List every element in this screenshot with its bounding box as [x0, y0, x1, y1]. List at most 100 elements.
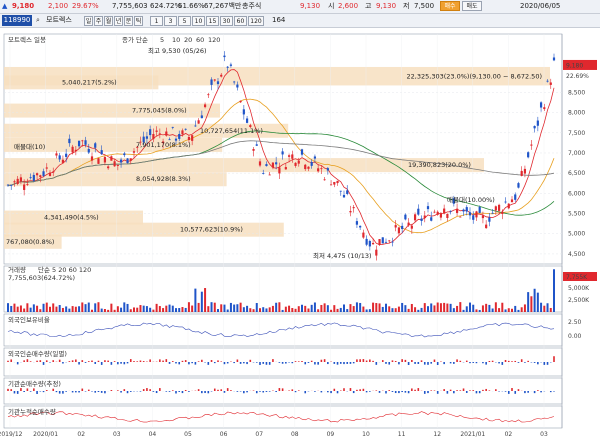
candle — [439, 213, 443, 218]
ma-legend-period: 5 — [160, 36, 164, 44]
candle — [16, 178, 19, 184]
sub-panel-bar — [78, 362, 80, 365]
candle — [313, 156, 317, 159]
volume-bar — [410, 303, 413, 312]
volume-bar — [469, 302, 471, 312]
sub-panel-bar — [243, 391, 245, 394]
sub-panel-bar — [459, 390, 462, 391]
sub-panel-bar — [255, 391, 258, 394]
candle — [552, 57, 556, 61]
interval-120-button[interactable]: 120 — [248, 16, 264, 26]
sub-panel-bar — [482, 362, 484, 364]
volume-bar — [443, 302, 446, 312]
volume-bar — [523, 304, 526, 312]
volume-bar — [481, 305, 484, 312]
candle — [68, 138, 71, 144]
sell-button[interactable]: 매도 — [462, 1, 482, 11]
volume-bar — [239, 302, 242, 312]
sub-panel-bar — [126, 362, 129, 364]
candle — [203, 104, 207, 108]
candle — [32, 174, 35, 181]
candle — [265, 164, 268, 167]
sub-panel-bar — [110, 362, 113, 365]
volume-bar — [553, 269, 555, 312]
volume-bar — [155, 303, 158, 312]
volume-bar — [352, 306, 355, 312]
candle — [220, 74, 223, 77]
volume-bar — [304, 305, 307, 312]
volume-bar — [10, 305, 13, 312]
period-day-button[interactable]: 일 — [84, 16, 93, 26]
volume-bar — [236, 304, 239, 312]
date-field[interactable]: 2020/06/05 — [520, 1, 560, 12]
sub-panel-bar — [120, 391, 122, 393]
sub-panel-bar — [223, 391, 226, 393]
period-week-button[interactable]: 주 — [94, 16, 103, 26]
volume-bar — [7, 303, 9, 312]
interval-3-button[interactable]: 3 — [164, 16, 177, 26]
period-tick-button[interactable]: 틱 — [134, 16, 143, 26]
sub-panel-bar — [317, 362, 319, 365]
interval-10-button[interactable]: 10 — [192, 16, 205, 26]
candle — [281, 151, 284, 155]
volume-bar — [378, 303, 381, 312]
volume-bar — [133, 307, 135, 312]
sub-panel-bar — [553, 391, 555, 392]
period-year-button[interactable]: 년 — [114, 16, 123, 26]
period-month-button[interactable]: 월 — [104, 16, 113, 26]
candle — [123, 153, 126, 156]
interval-30-button[interactable]: 30 — [220, 16, 233, 26]
candle — [333, 181, 336, 185]
candle — [320, 168, 323, 170]
volume-bar — [436, 302, 439, 312]
volume-bar — [113, 309, 116, 312]
candle — [132, 151, 136, 153]
candle — [284, 167, 287, 170]
volume-bar — [355, 302, 358, 312]
candle — [258, 161, 262, 166]
search-icon[interactable]: ⌕ — [36, 15, 40, 26]
sub-panel-bar — [356, 359, 358, 362]
volume-bar — [116, 306, 119, 312]
sub-panel-bar — [146, 388, 148, 391]
buy-button[interactable]: 매수 — [440, 1, 460, 11]
interval-60-button[interactable]: 60 — [234, 16, 247, 26]
sub-panel-bar — [301, 361, 303, 362]
volume-bar — [343, 304, 345, 312]
interval-15-button[interactable]: 15 — [206, 16, 219, 26]
sub-panel-bar — [482, 389, 484, 391]
x-tick-label: 11 — [398, 431, 406, 438]
volume-tick-label: 5,000K — [568, 285, 590, 292]
volume-bar — [346, 309, 349, 312]
sub-panel-bar — [220, 389, 223, 391]
sub-panel-bar — [372, 360, 374, 362]
sub-panel-bar — [243, 362, 245, 364]
candle — [94, 143, 97, 148]
interval-1-button[interactable]: 1 — [150, 16, 163, 26]
candle — [520, 170, 523, 176]
volume-bar — [45, 302, 48, 312]
volume-bar — [307, 308, 310, 312]
sub-panel-bar — [375, 362, 378, 365]
candle — [507, 203, 510, 209]
sub-panel-bar — [517, 389, 520, 391]
candle — [504, 201, 507, 203]
sub-panel-bar — [365, 391, 368, 393]
open-price: 9,130 — [300, 2, 321, 10]
period-minute-button[interactable]: 분 — [124, 16, 133, 26]
resistance-annotation: 매물대(10) — [14, 143, 45, 151]
interval-5-button[interactable]: 5 — [178, 16, 191, 26]
sub-panel-bar — [398, 391, 400, 394]
volume-bar — [103, 309, 106, 312]
sub-panel-bar — [469, 390, 471, 391]
stock-chart[interactable]: 8,500 8,000 7,500 7,000 6,500 6,000 5,500 5,000… — [0, 28, 600, 439]
candle — [455, 208, 459, 213]
candle — [287, 155, 291, 157]
stock-code-input[interactable]: 118990 — [2, 15, 32, 26]
candle — [475, 211, 478, 218]
count-field[interactable]: 164 — [272, 15, 285, 26]
sub-panel-tick-label: 2.50 — [568, 319, 582, 326]
volume-bar — [126, 303, 129, 312]
sub-panel-bar — [359, 359, 361, 362]
candle — [271, 162, 275, 168]
